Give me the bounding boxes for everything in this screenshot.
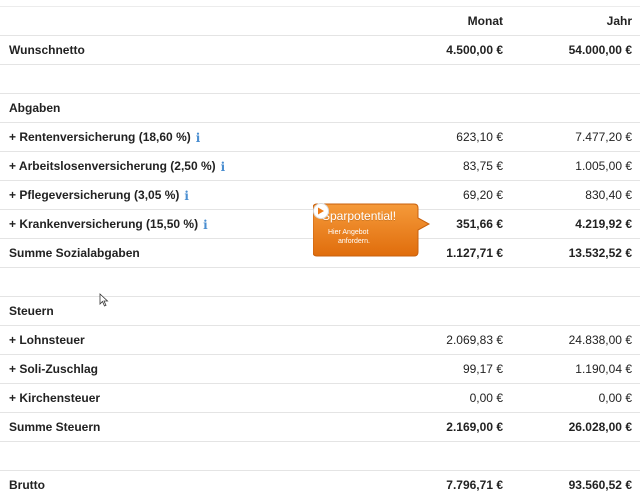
row-label-text: + Krankenversicherung (15,50 %) (9, 217, 199, 231)
row-label: Brutto (9, 471, 45, 499)
table-row: Wunschnetto 4.500,00 € 54.000,00 € (0, 35, 640, 64)
column-header-monat: Monat (467, 14, 503, 28)
arrow-right-icon[interactable] (313, 203, 329, 219)
row-label: Summe Steuern (9, 413, 100, 441)
value-monat: 7.796,71 € (446, 478, 503, 492)
value-monat: 2.069,83 € (446, 333, 503, 347)
info-icon[interactable]: i (196, 132, 202, 144)
table-row: Steuern (0, 296, 640, 325)
row-label-text: + Rentenversicherung (18,60 %) (9, 130, 191, 144)
value-jahr: 1.190,04 € (575, 362, 632, 376)
value-monat: 0,00 € (469, 391, 503, 405)
value-monat: 83,75 € (462, 159, 503, 173)
table-row: Summe Steuern 2.169,00 € 26.028,00 € (0, 412, 640, 441)
value-jahr: 13.532,52 € (568, 246, 632, 260)
row-label-text: Abgaben (9, 101, 61, 115)
table-row (0, 267, 640, 296)
value-jahr: 24.838,00 € (568, 333, 632, 347)
value-monat: 1.127,71 € (446, 246, 503, 260)
table-row: Brutto 7.796,71 € 93.560,52 € (0, 470, 640, 499)
mouse-pointer-icon (99, 293, 109, 307)
row-label-text: Brutto (9, 478, 45, 492)
row-label-text: + Soli-Zuschlag (9, 362, 99, 376)
row-label: Steuern (9, 297, 54, 325)
value-jahr: 1.005,00 € (575, 159, 632, 173)
value-jahr: 0,00 € (598, 391, 632, 405)
row-label: + Arbeitslosenversicherung (2,50 %) i (9, 152, 227, 180)
value-jahr: 830,40 € (585, 188, 632, 202)
info-icon[interactable]: i (184, 190, 190, 202)
value-monat: 69,20 € (462, 188, 503, 202)
row-label: Wunschnetto (9, 36, 85, 64)
callout-text-line1: Hier Angebot (328, 229, 369, 236)
value-jahr: 7.477,20 € (575, 130, 632, 144)
row-label: + Pflegeversicherung (3,05 %) i (9, 181, 190, 209)
row-label: Abgaben (9, 94, 60, 122)
value-jahr: 54.000,00 € (568, 43, 632, 57)
row-label-text: + Kirchensteuer (9, 391, 101, 405)
sparpotential-callout[interactable]: Sparpotential! Hier Angebot anfordern. (313, 203, 431, 257)
row-label: + Rentenversicherung (18,60 %) i (9, 123, 202, 151)
row-label-text: Summe Sozialabgaben (9, 246, 140, 260)
table-row: + Kirchensteuer 0,00 € 0,00 € (0, 383, 640, 412)
table-row (0, 441, 640, 470)
info-icon[interactable]: i (203, 219, 209, 231)
row-label: + Soli-Zuschlag (9, 355, 98, 383)
row-label: + Kirchensteuer (9, 384, 100, 412)
table-row: + Arbeitslosenversicherung (2,50 %) i 83,7… (0, 151, 640, 180)
value-monat: 4.500,00 € (446, 43, 503, 57)
table-row (0, 64, 640, 93)
table-row: + Rentenversicherung (18,60 %) i 623,10 € 7… (0, 122, 640, 151)
callout-text-line2: anfordern. (338, 238, 370, 245)
row-label-text: Steuern (9, 304, 54, 318)
table-row: + Lohnsteuer 2.069,83 € 24.838,00 € (0, 325, 640, 354)
value-jahr: 93.560,52 € (568, 478, 632, 492)
value-monat: 2.169,00 € (446, 420, 503, 434)
row-label: Summe Sozialabgaben (9, 239, 140, 267)
row-label: + Lohnsteuer (9, 326, 85, 354)
row-label-text: + Pflegeversicherung (3,05 %) (9, 188, 180, 202)
row-label: + Krankenversicherung (15,50 %) i (9, 210, 209, 238)
row-label-text: + Arbeitslosenversicherung (2,50 %) (9, 159, 216, 173)
row-label-text: Wunschnetto (9, 43, 85, 57)
row-label-text: + Lohnsteuer (9, 333, 85, 347)
value-monat: 99,17 € (462, 362, 503, 376)
value-monat: 623,10 € (456, 130, 503, 144)
table-row: Abgaben (0, 93, 640, 122)
info-icon[interactable]: i (221, 161, 227, 173)
table-row: + Soli-Zuschlag 99,17 € 1.190,04 € (0, 354, 640, 383)
column-header-jahr: Jahr (606, 14, 632, 28)
value-jahr: 4.219,92 € (575, 217, 632, 231)
value-jahr: 26.028,00 € (568, 420, 632, 434)
callout-title: Sparpotential! (322, 209, 397, 223)
value-monat: 351,66 € (456, 217, 503, 231)
row-label-text: Summe Steuern (9, 420, 101, 434)
header-row: Monat Jahr (0, 6, 640, 35)
